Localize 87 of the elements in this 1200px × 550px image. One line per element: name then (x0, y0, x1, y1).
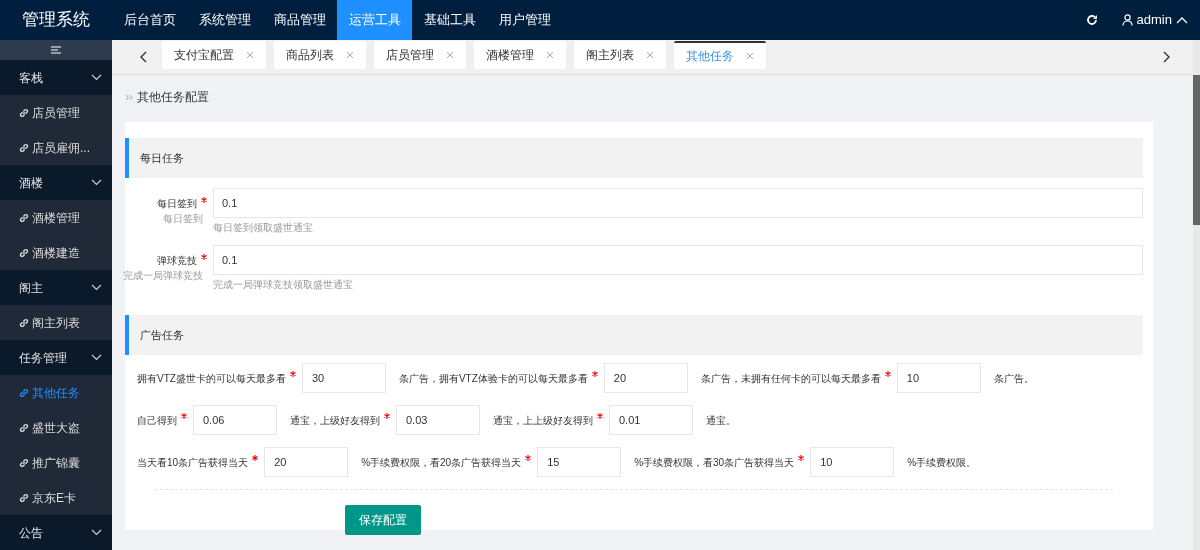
sidebar-item[interactable]: 推广锦囊 (0, 445, 112, 480)
input-field[interactable]: 0.1 (213, 245, 1143, 275)
chevron-right-icon[interactable] (1163, 51, 1171, 63)
sidebar-group[interactable]: 阁主 (0, 270, 112, 305)
chevron-left-icon[interactable] (139, 51, 147, 63)
sidebar-item[interactable]: 店员管理 (0, 95, 112, 130)
caret-icon (1176, 16, 1188, 24)
link-icon (19, 142, 29, 153)
input-field[interactable]: 20 (603, 363, 688, 393)
link-icon (19, 492, 29, 503)
chevron-down-icon (91, 74, 102, 81)
help-text: 每日签到领取盛世通宝 (213, 221, 314, 235)
link-icon (19, 422, 29, 433)
close-icon[interactable] (446, 51, 454, 59)
field-suffix: 通宝。 (706, 413, 736, 428)
input-field[interactable]: 10 (810, 447, 895, 477)
double-chevron-icon (125, 93, 133, 101)
field-label: 当天看10条广告获得当天 (137, 455, 249, 470)
chevron-down-icon (91, 354, 102, 361)
user-menu[interactable]: admin (1121, 10, 1188, 30)
field-label: 弹球竞技 (157, 254, 197, 268)
chevron-down-icon (91, 179, 102, 186)
field-label: 条广告，未拥有任何卡的可以每天最多看 (700, 371, 881, 386)
field-label: 通宝，上级好友得到 (290, 413, 380, 428)
section-header: 广告任务 (125, 315, 1143, 355)
field-label: 通宝，上上级好友得到 (493, 413, 593, 428)
tab[interactable]: 支付宝配置 (162, 41, 266, 69)
nav-item[interactable]: 基础工具 (412, 0, 487, 40)
tab[interactable]: 商品列表 (274, 41, 366, 69)
field-label: %手续费权限，看30条广告获得当天 (634, 455, 795, 470)
sidebar-item[interactable]: 酒楼建造 (0, 235, 112, 270)
section-header: 每日任务 (125, 138, 1143, 178)
field-label: %手续费权限，看20条广告获得当天 (361, 455, 522, 470)
input-field[interactable]: 20 (264, 447, 349, 477)
tab[interactable]: 酒楼管理 (474, 41, 566, 69)
field-label: 每日签到 (157, 197, 197, 211)
menu-icon (51, 46, 61, 54)
close-icon[interactable] (646, 51, 654, 59)
input-field[interactable]: 0.01 (609, 405, 693, 435)
tab[interactable]: 其他任务 (674, 41, 766, 69)
link-icon (19, 387, 29, 398)
input-field[interactable]: 0.03 (396, 405, 480, 435)
sidebar-item[interactable]: 阁主列表 (0, 305, 112, 340)
sidebar-group[interactable]: 任务管理 (0, 340, 112, 375)
close-icon[interactable] (346, 51, 354, 59)
sidebar-item[interactable]: 店员雇佣... (0, 130, 112, 165)
nav-item[interactable]: 用户管理 (487, 0, 562, 40)
field-sublabel: 每日签到 (163, 212, 204, 226)
field-label: 拥有VTZ盛世卡的可以每天最多看 (137, 371, 286, 386)
breadcrumb: 其他任务配置 (137, 89, 209, 106)
link-icon (19, 212, 29, 223)
field-suffix: 条广告。 (993, 371, 1034, 386)
input-field[interactable]: 0.06 (193, 405, 277, 435)
sidebar-item[interactable]: 酒楼管理 (0, 200, 112, 235)
field-label: 自己得到 (137, 413, 177, 428)
field-label: 条广告，拥有VTZ体验卡的可以每天最多看 (398, 371, 588, 386)
sidebar-group[interactable]: 酒楼 (0, 165, 112, 200)
close-icon[interactable] (546, 51, 554, 59)
link-icon (19, 457, 29, 468)
close-icon[interactable] (746, 52, 754, 60)
nav-item[interactable]: 商品管理 (262, 0, 337, 40)
nav-item[interactable]: 后台首页 (112, 0, 187, 40)
chevron-down-icon (91, 284, 102, 291)
sidebar-group[interactable]: 公告 (0, 515, 112, 550)
sidebar-item[interactable]: 其他任务 (0, 375, 112, 410)
refresh-icon[interactable] (1085, 14, 1098, 26)
app-logo: 管理系统 (21, 9, 91, 32)
sidebar-item[interactable]: 京东E卡 (0, 480, 112, 515)
input-field[interactable]: 0.1 (213, 188, 1143, 218)
sidebar-toggle[interactable] (0, 40, 112, 60)
tab[interactable]: 店员管理 (374, 41, 466, 69)
input-field[interactable]: 15 (537, 447, 622, 477)
user-icon (1121, 14, 1133, 26)
input-field[interactable]: 30 (301, 363, 386, 393)
save-button[interactable]: 保存配置 (345, 505, 421, 535)
username: admin (1136, 11, 1172, 30)
link-icon (19, 317, 29, 328)
input-field[interactable]: 10 (896, 363, 981, 393)
tab[interactable]: 阁主列表 (574, 41, 666, 69)
field-suffix: %手续费权限。 (907, 455, 977, 470)
chevron-down-icon (91, 529, 102, 536)
sidebar-item[interactable]: 盛世大盗 (0, 410, 112, 445)
close-icon[interactable] (246, 51, 254, 59)
sidebar-group[interactable]: 客栈 (0, 60, 112, 95)
link-icon (19, 247, 29, 258)
link-icon (19, 107, 29, 118)
nav-item[interactable]: 系统管理 (187, 0, 262, 40)
